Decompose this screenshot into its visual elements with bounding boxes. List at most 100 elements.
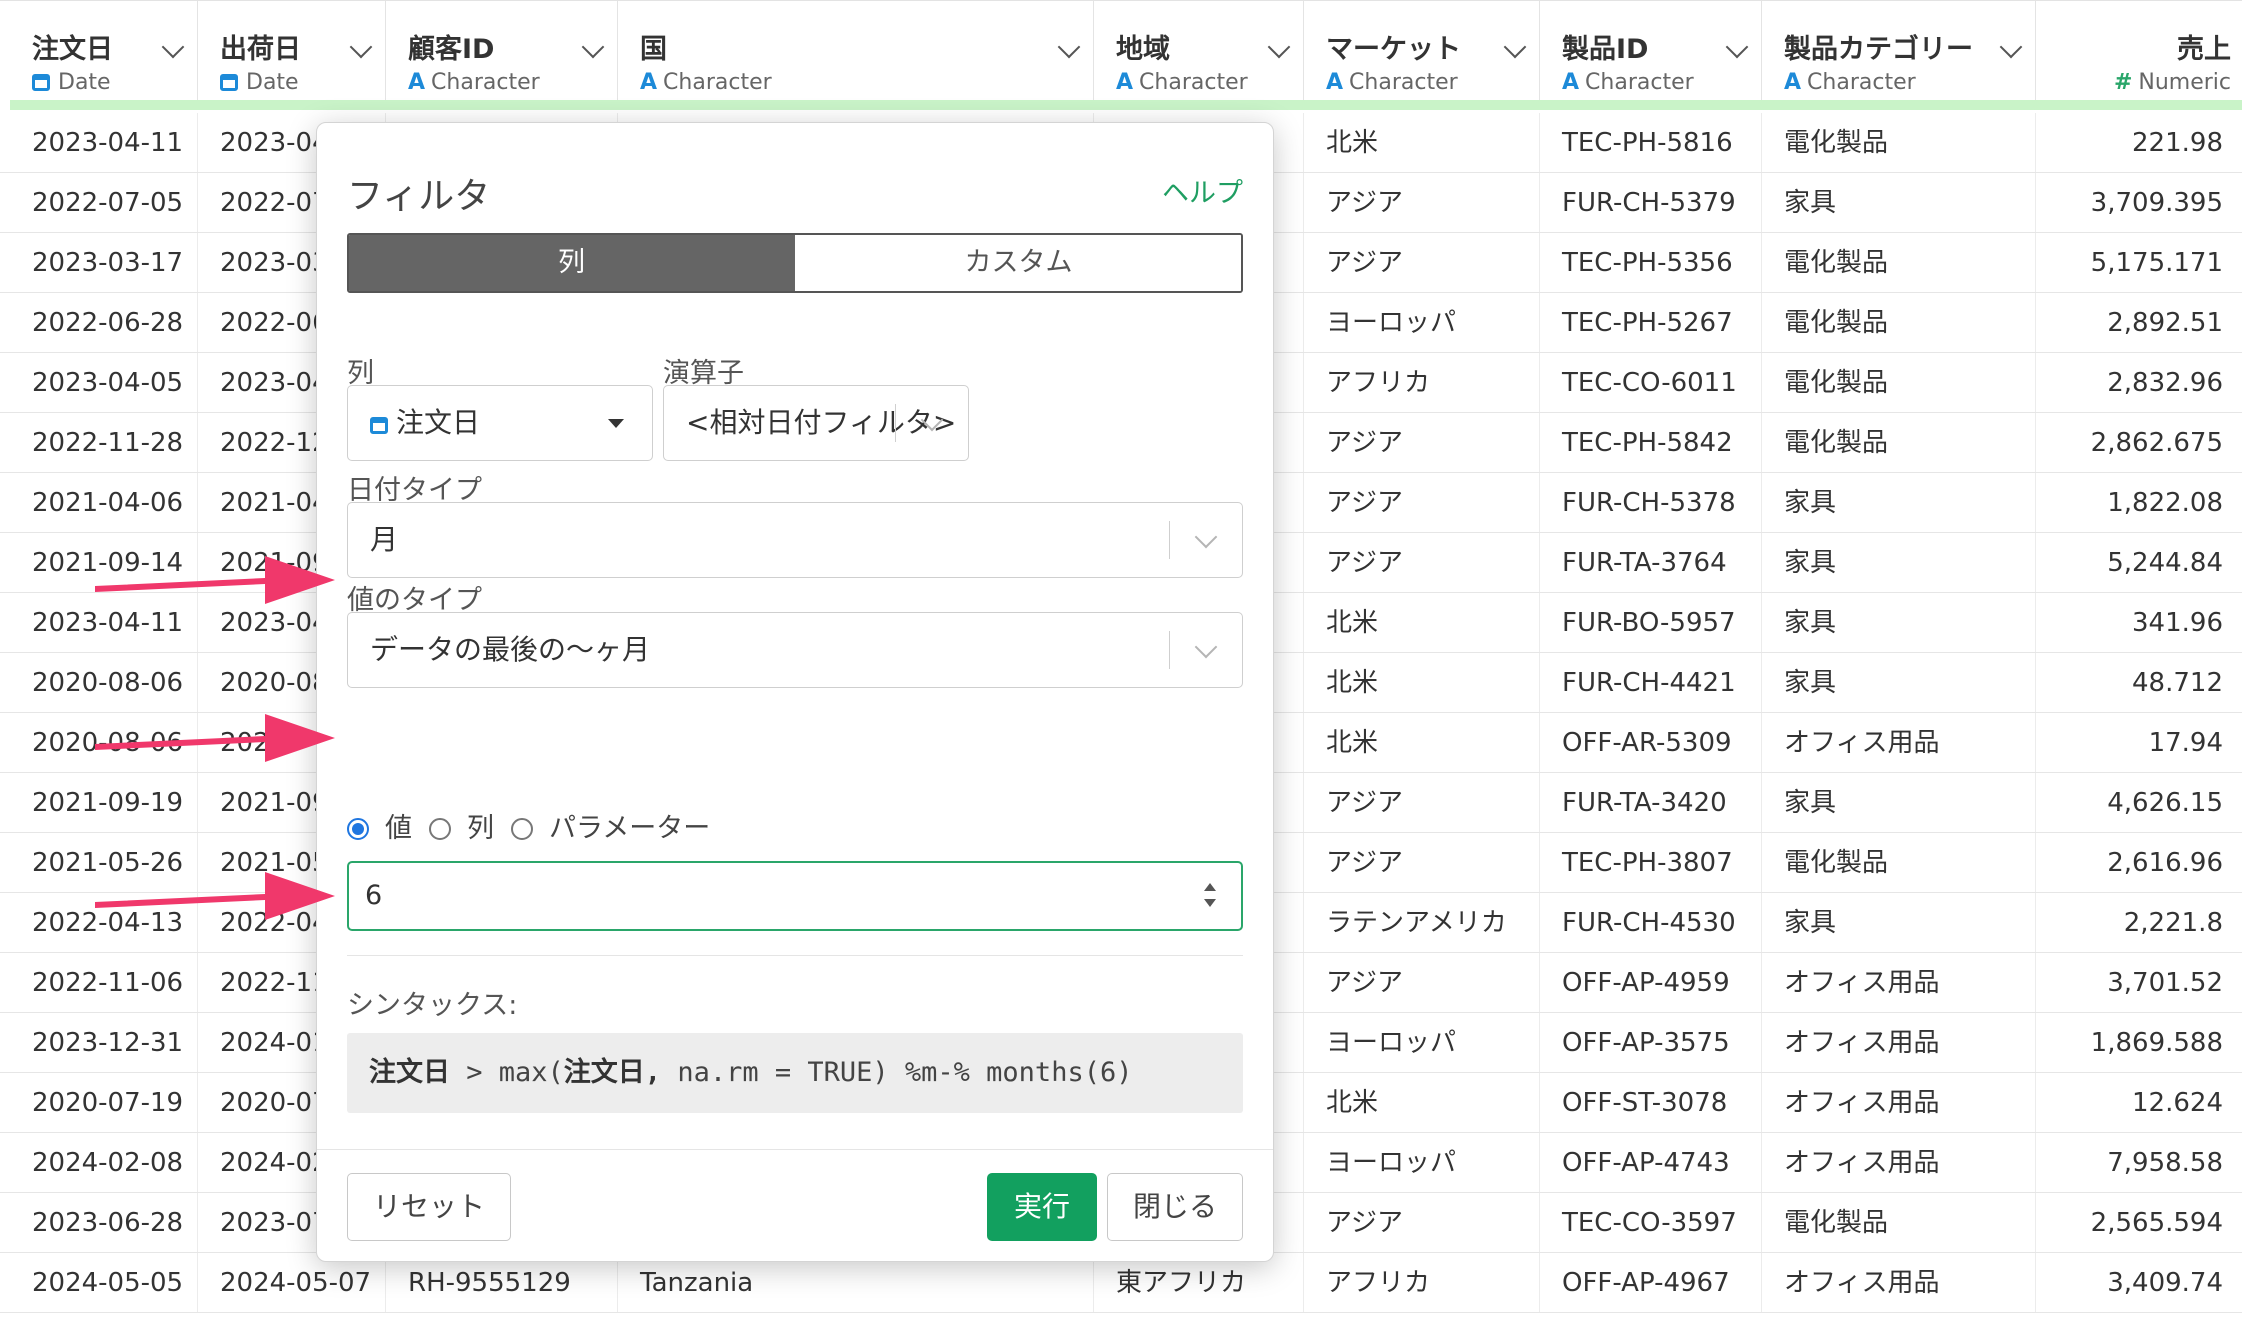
table-cell[interactable]: 5,175.171 [2036,233,2242,292]
column-select[interactable]: 注文日 [347,385,653,461]
date-type-select[interactable]: 月 [347,502,1243,578]
column-header[interactable]: 売上 # Numeric [2036,1,2242,101]
table-cell[interactable]: 5,244.84 [2036,533,2242,592]
table-cell[interactable]: 電化製品 [1762,233,2036,292]
chevron-down-icon[interactable] [349,35,373,59]
table-cell[interactable]: 2020-08-06 [10,653,198,712]
table-cell[interactable]: 家具 [1762,893,2036,952]
column-header[interactable]: 注文日 Date [10,1,198,101]
value-type-select[interactable]: データの最後の〜ヶ月 [347,612,1243,688]
table-row[interactable]: 2024-05-05 2024-05-07 RH-9555129 Tanzania 東ア… [0,1253,2242,1313]
table-cell[interactable]: FUR-CH-5378 [1540,473,1762,532]
table-cell[interactable]: TEC-PH-5842 [1540,413,1762,472]
table-cell[interactable]: 2024-05-05 [10,1253,198,1312]
table-cell[interactable]: オフィス用品 [1762,953,2036,1012]
reset-button[interactable]: リセット [347,1173,511,1241]
table-cell[interactable]: 電化製品 [1762,353,2036,412]
chevron-down-icon[interactable] [1057,35,1081,59]
tab-custom[interactable]: カスタム [794,235,1241,291]
table-cell[interactable]: TEC-PH-5356 [1540,233,1762,292]
table-cell[interactable]: アジア [1304,773,1540,832]
table-cell[interactable]: アジア [1304,833,1540,892]
table-cell[interactable]: 2021-09-19 [10,773,198,832]
column-header[interactable]: 出荷日 Date [198,1,386,101]
table-cell[interactable]: 電化製品 [1762,1193,2036,1252]
spinner-down-icon[interactable] [1204,899,1216,907]
chevron-down-icon[interactable] [581,35,605,59]
table-cell[interactable]: TEC-CO-6011 [1540,353,1762,412]
table-cell[interactable]: TEC-CO-3597 [1540,1193,1762,1252]
table-cell[interactable]: 北米 [1304,1073,1540,1132]
table-cell[interactable]: 2022-07-05 [10,173,198,232]
table-cell[interactable]: ラテンアメリカ [1304,893,1540,952]
table-cell[interactable]: FUR-CH-4421 [1540,653,1762,712]
tab-column[interactable]: 列 [349,235,794,291]
table-cell[interactable]: 221.98 [2036,113,2242,172]
table-cell[interactable]: OFF-AP-4967 [1540,1253,1762,1312]
operator-select[interactable]: <相対日付フィルタ> [663,385,969,461]
table-cell[interactable]: 1,869.588 [2036,1013,2242,1072]
table-cell[interactable]: 2022-06-28 [10,293,198,352]
table-cell[interactable]: 3,409.74 [2036,1253,2242,1312]
table-cell[interactable]: アジア [1304,953,1540,1012]
table-cell[interactable]: アジア [1304,533,1540,592]
help-link[interactable]: ヘルプ [1162,171,1243,210]
table-cell[interactable]: 12.624 [2036,1073,2242,1132]
table-cell[interactable]: ヨーロッパ [1304,293,1540,352]
table-cell[interactable]: TEC-PH-5267 [1540,293,1762,352]
table-cell[interactable]: TEC-PH-3807 [1540,833,1762,892]
column-header[interactable]: 製品ID A Character [1540,1,1762,101]
table-cell[interactable]: 3,709.395 [2036,173,2242,232]
table-cell[interactable]: OFF-AP-3575 [1540,1013,1762,1072]
table-cell[interactable]: アジア [1304,233,1540,292]
table-cell[interactable]: オフィス用品 [1762,1013,2036,1072]
table-cell[interactable]: 電化製品 [1762,833,2036,892]
table-cell[interactable]: 北米 [1304,113,1540,172]
chevron-down-icon[interactable] [1725,35,1749,59]
table-cell[interactable]: 2,892.51 [2036,293,2242,352]
table-cell[interactable]: 48.712 [2036,653,2242,712]
table-cell[interactable]: 2022-11-28 [10,413,198,472]
table-cell[interactable]: 電化製品 [1762,113,2036,172]
radio-column[interactable]: 列 [429,809,494,849]
table-cell[interactable]: ヨーロッパ [1304,1133,1540,1192]
spinner-up-icon[interactable] [1204,883,1216,891]
table-cell[interactable]: オフィス用品 [1762,713,2036,772]
column-header[interactable]: マーケット A Character [1304,1,1540,101]
run-button[interactable]: 実行 [987,1173,1097,1241]
table-cell[interactable]: オフィス用品 [1762,1133,2036,1192]
table-cell[interactable]: 17.94 [2036,713,2242,772]
table-cell[interactable]: OFF-AP-4743 [1540,1133,1762,1192]
table-cell[interactable]: 7,958.58 [2036,1133,2242,1192]
table-cell[interactable]: OFF-AR-5309 [1540,713,1762,772]
table-cell[interactable]: 家具 [1762,593,2036,652]
table-cell[interactable]: 2,221.8 [2036,893,2242,952]
table-cell[interactable]: 2022-11-06 [10,953,198,1012]
column-header[interactable]: 国 A Character [618,1,1094,101]
table-cell[interactable]: 家具 [1762,533,2036,592]
radio-parameter[interactable]: パラメーター [511,809,710,849]
table-cell[interactable]: 家具 [1762,173,2036,232]
table-cell[interactable]: 2024-02-08 [10,1133,198,1192]
table-cell[interactable]: 2020-07-19 [10,1073,198,1132]
table-cell[interactable]: 家具 [1762,773,2036,832]
table-cell[interactable]: FUR-CH-5379 [1540,173,1762,232]
table-cell[interactable]: 2023-06-28 [10,1193,198,1252]
table-cell[interactable]: OFF-ST-3078 [1540,1073,1762,1132]
table-cell[interactable]: 2023-03-17 [10,233,198,292]
table-cell[interactable]: 2023-04-05 [10,353,198,412]
table-cell[interactable]: 家具 [1762,473,2036,532]
chevron-down-icon[interactable] [1999,35,2023,59]
table-cell[interactable]: アジア [1304,1193,1540,1252]
table-cell[interactable]: 電化製品 [1762,293,2036,352]
table-cell[interactable]: 3,701.52 [2036,953,2242,1012]
column-header[interactable]: 地域 A Character [1094,1,1304,101]
chevron-down-icon[interactable] [161,35,185,59]
table-cell[interactable]: アジア [1304,473,1540,532]
table-cell[interactable]: 北米 [1304,593,1540,652]
table-cell[interactable]: 1,822.08 [2036,473,2242,532]
column-header[interactable]: 顧客ID A Character [386,1,618,101]
table-cell[interactable]: アジア [1304,413,1540,472]
table-cell[interactable]: FUR-TA-3764 [1540,533,1762,592]
table-cell[interactable]: OFF-AP-4959 [1540,953,1762,1012]
